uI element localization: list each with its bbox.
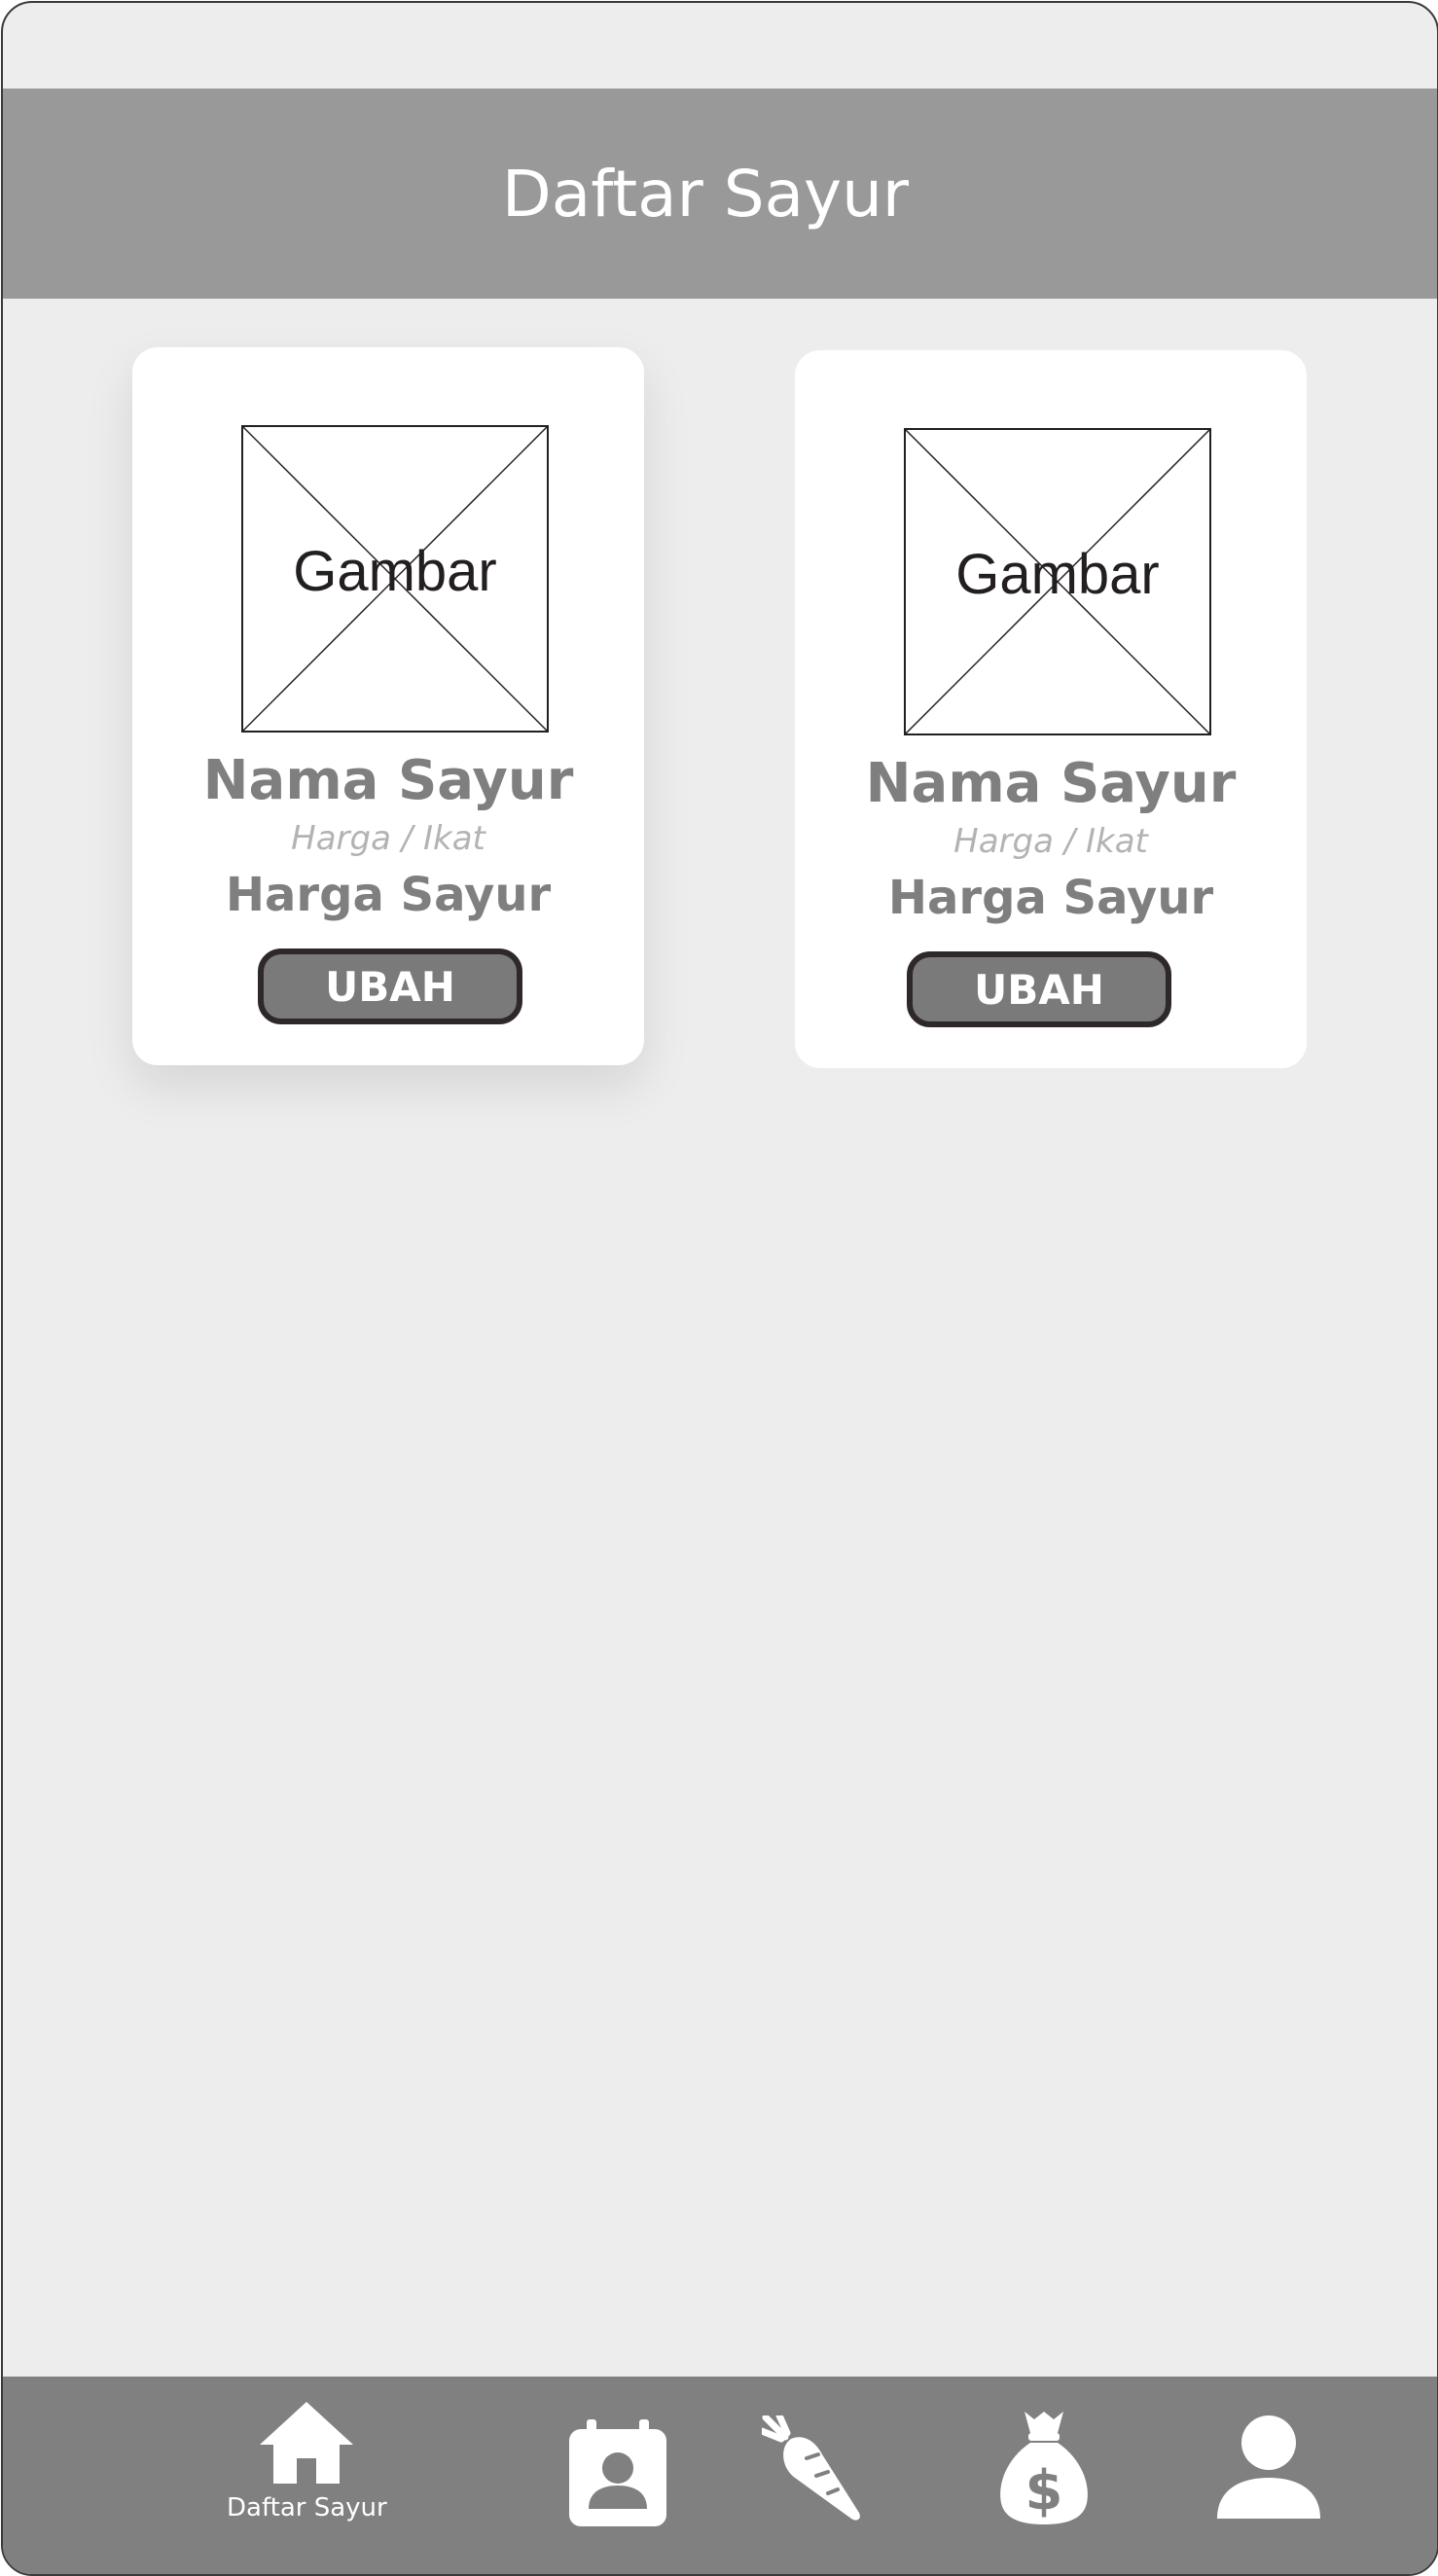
- app-bar: Daftar Sayur: [3, 89, 1437, 299]
- edit-button[interactable]: UBAH: [258, 948, 522, 1024]
- page-title: Daftar Sayur: [501, 156, 910, 232]
- nav-item-daftar-sayur[interactable]: Daftar Sayur: [227, 2400, 387, 2522]
- vegetable-price: Harga Sayur: [225, 868, 552, 922]
- phone-frame: Daftar Sayur Gambar Nama Sayur Harga / I…: [1, 1, 1438, 2576]
- nav-item-contacts[interactable]: [569, 2419, 666, 2526]
- nav-label: Daftar Sayur: [227, 2493, 387, 2522]
- vegetable-name: Nama Sayur: [202, 749, 574, 812]
- nav-item-sales[interactable]: $: [997, 2410, 1091, 2526]
- vegetable-card[interactable]: Gambar Nama Sayur Harga / Ikat Harga Say…: [132, 347, 644, 1065]
- image-placeholder: Gambar: [241, 425, 549, 733]
- contact-calendar-icon: [569, 2419, 666, 2526]
- image-placeholder-label: Gambar: [955, 543, 1160, 606]
- price-unit: Harga / Ikat: [953, 822, 1148, 861]
- nav-item-profile[interactable]: [1215, 2414, 1322, 2521]
- person-icon: [1217, 2415, 1320, 2519]
- image-placeholder: Gambar: [904, 428, 1211, 735]
- svg-text:$: $: [1025, 2459, 1063, 2522]
- home-icon: [260, 2402, 354, 2484]
- vegetable-card[interactable]: Gambar Nama Sayur Harga / Ikat Harga Say…: [795, 350, 1307, 1068]
- vegetable-price: Harga Sayur: [887, 871, 1214, 925]
- vegetable-name: Nama Sayur: [865, 752, 1237, 815]
- edit-button[interactable]: UBAH: [907, 951, 1171, 1027]
- nav-item-vegetables[interactable]: [762, 2415, 869, 2522]
- image-placeholder-label: Gambar: [293, 540, 497, 603]
- price-unit: Harga / Ikat: [291, 819, 485, 858]
- carrot-icon: [762, 2415, 860, 2521]
- bottom-navigation: Daftar Sayur $: [3, 2377, 1437, 2574]
- money-bag-icon: $: [1000, 2412, 1088, 2524]
